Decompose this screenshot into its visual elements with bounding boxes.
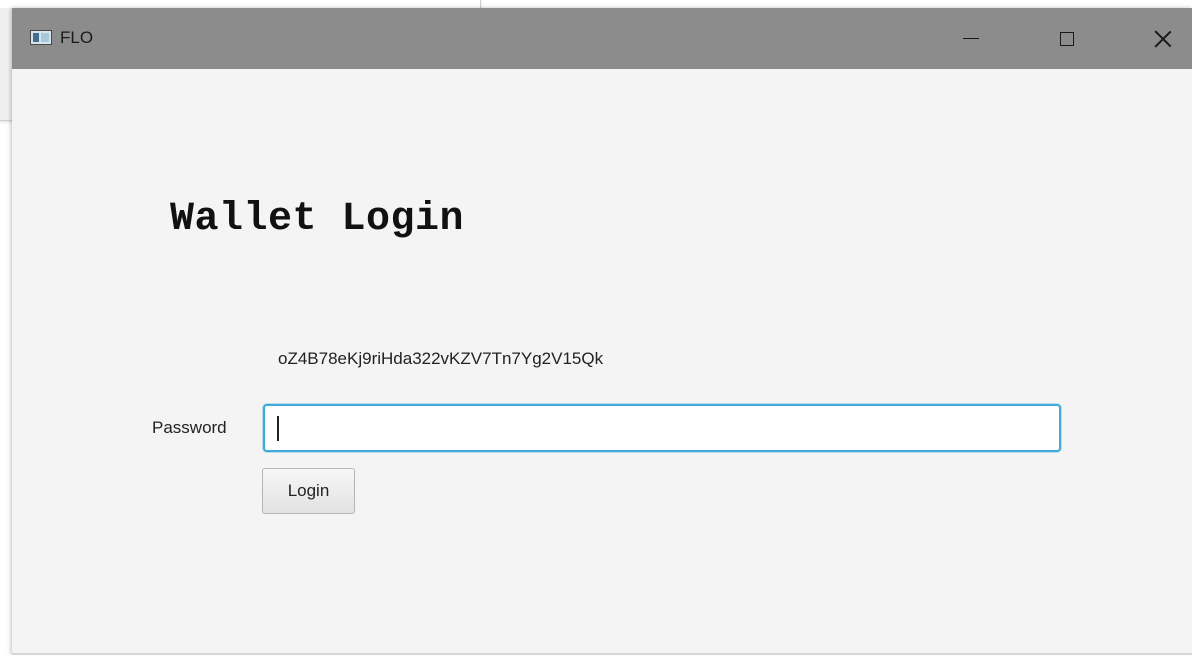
- app-window-icon: [30, 30, 52, 45]
- page-title: Wallet Login: [170, 197, 465, 242]
- close-icon: [1154, 30, 1172, 48]
- desktop: FLO Wallet Login oZ4B78eKj9riHda322vKZV7…: [0, 0, 1192, 655]
- wallet-address: oZ4B78eKj9riHda322vKZV7Tn7Yg2V15Qk: [278, 349, 604, 368]
- password-field[interactable]: [263, 404, 1061, 452]
- minimize-icon: [963, 38, 979, 39]
- password-label: Password: [152, 418, 227, 437]
- minimize-button[interactable]: [942, 8, 1000, 69]
- app-icon-pane-left: [33, 33, 39, 42]
- login-button[interactable]: Login: [262, 468, 355, 514]
- maximize-button[interactable]: [1038, 8, 1096, 69]
- window-title: FLO: [60, 28, 94, 47]
- background-window-top: [0, 0, 480, 8]
- close-button[interactable]: [1134, 8, 1192, 69]
- maximize-icon: [1060, 31, 1074, 46]
- app-window: FLO Wallet Login oZ4B78eKj9riHda322vKZV7…: [12, 8, 1192, 655]
- app-icon-pane-right: [41, 33, 49, 42]
- text-caret: [277, 416, 279, 441]
- title-bar[interactable]: FLO: [12, 8, 1192, 69]
- login-content: Wallet Login oZ4B78eKj9riHda322vKZV7Tn7Y…: [12, 69, 1192, 655]
